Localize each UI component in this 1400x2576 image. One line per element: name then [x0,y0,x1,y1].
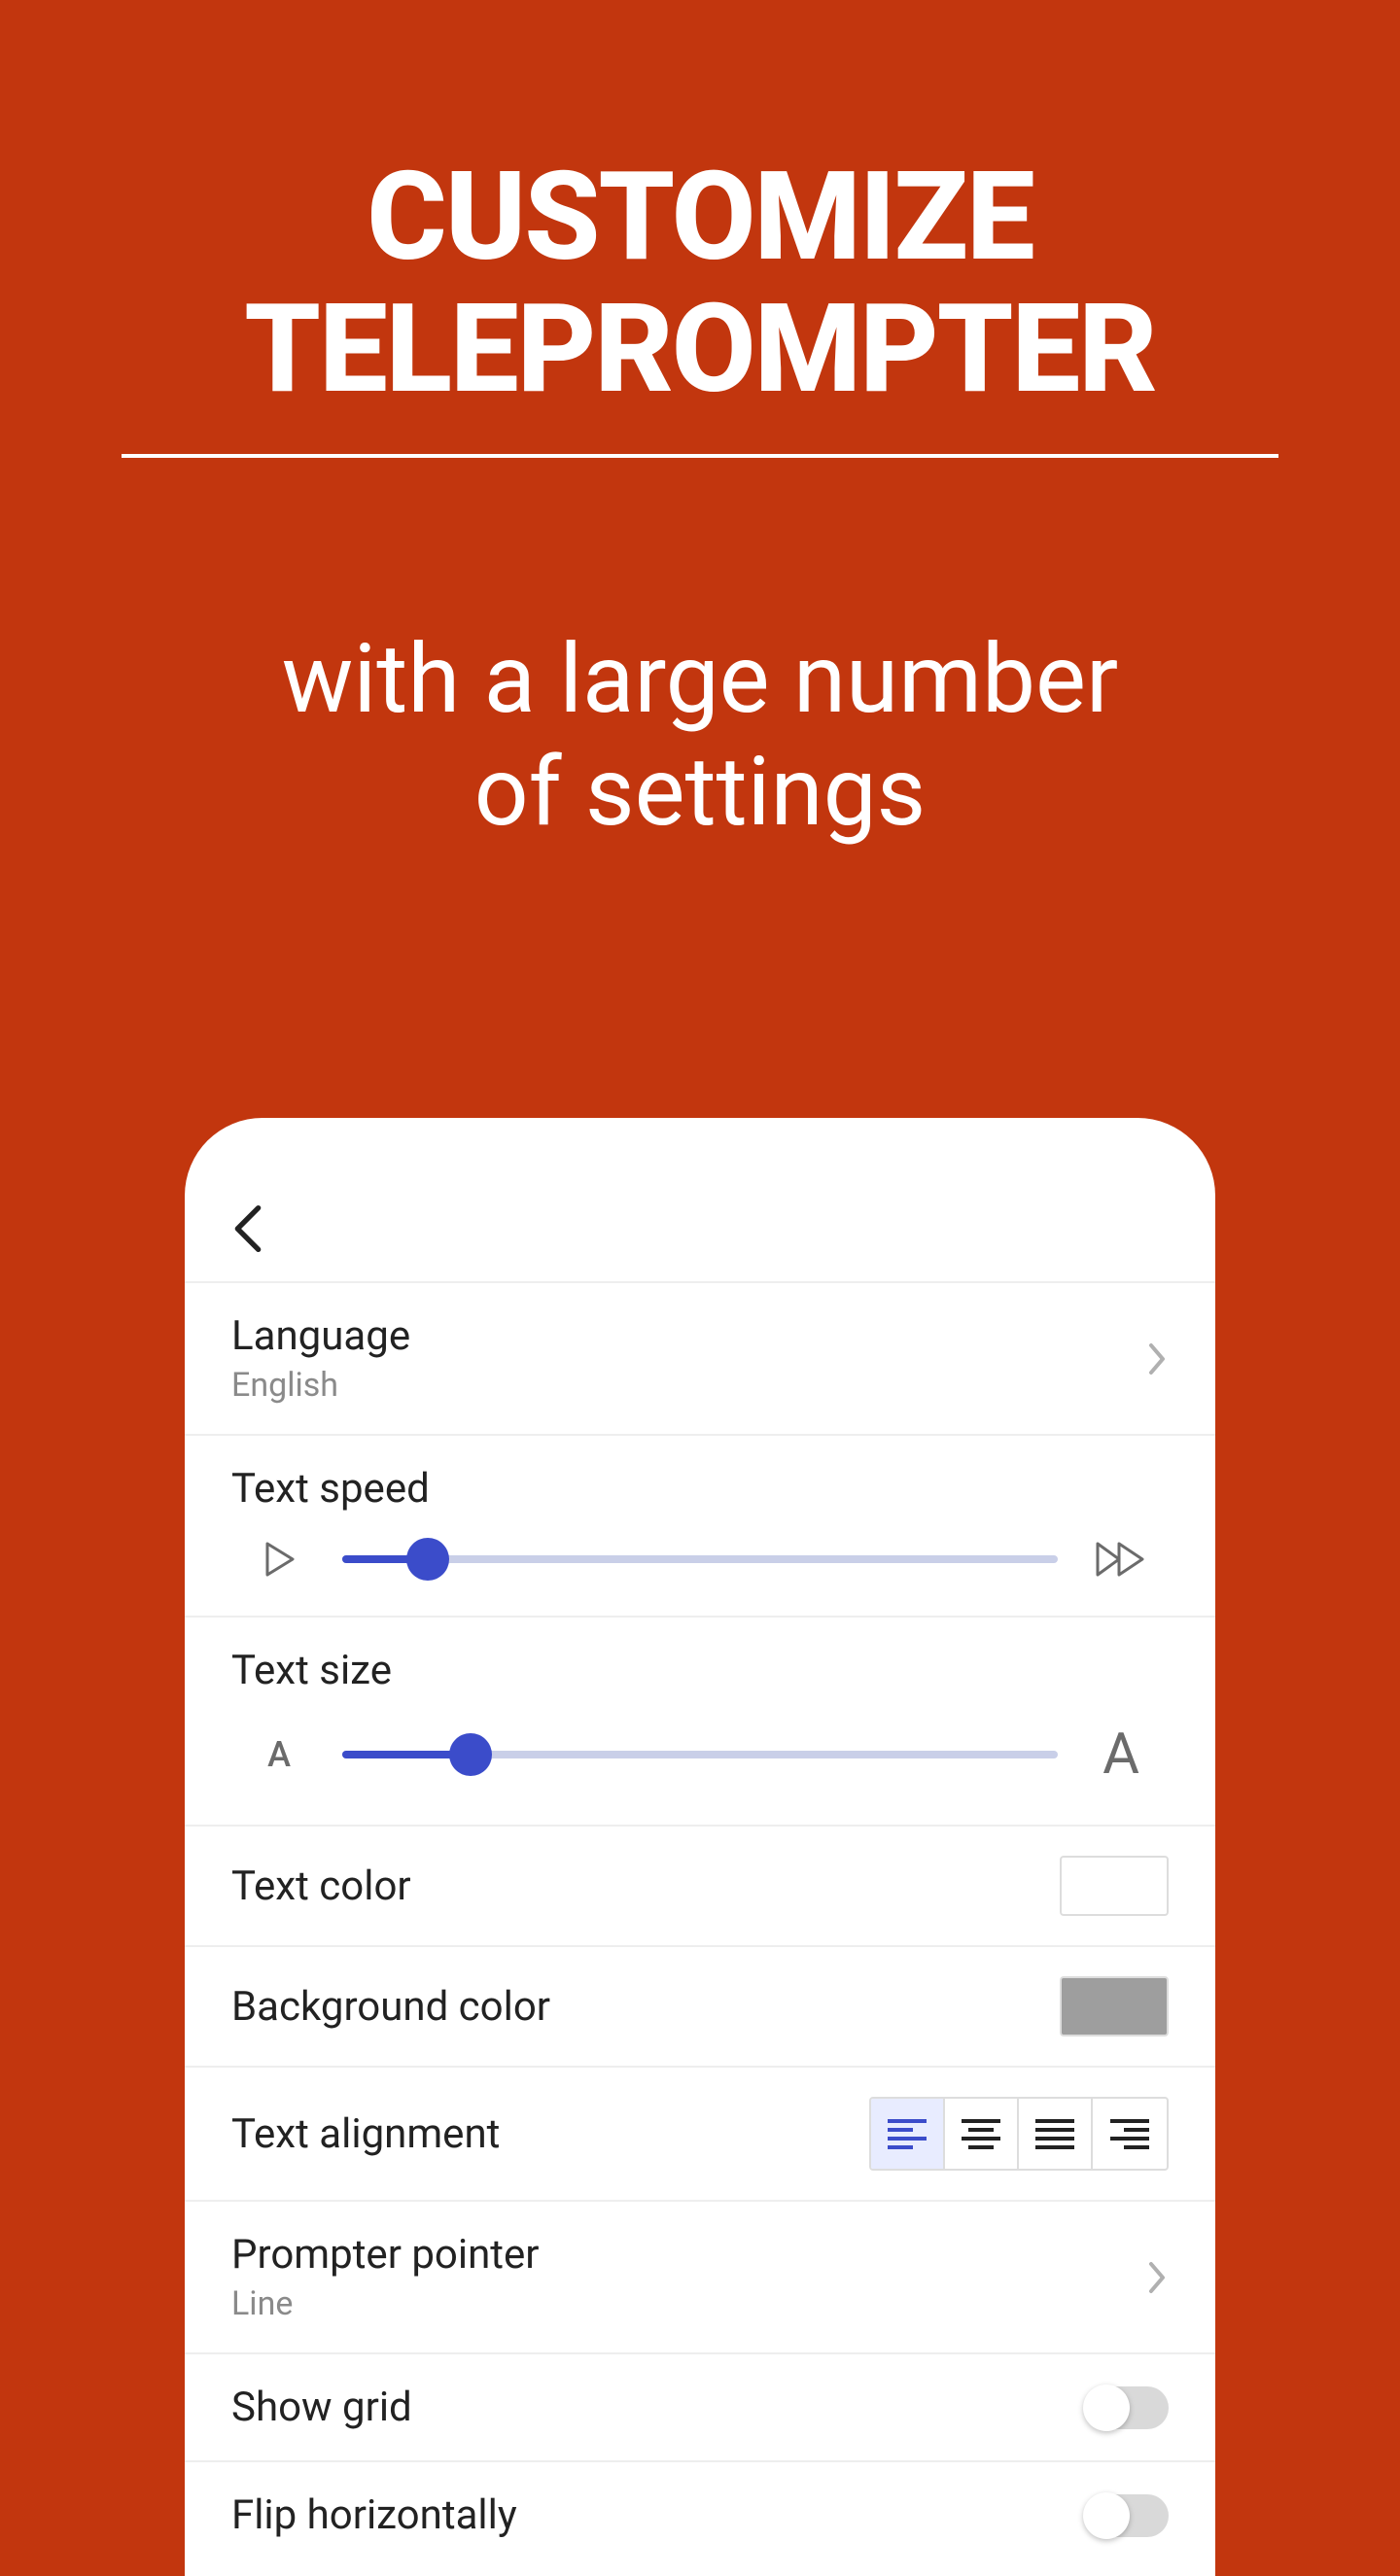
label-background-color: Background color [231,1983,550,2031]
toggle-flip-horizontally[interactable] [1085,2494,1169,2537]
settings-list: Language English Text speed [185,1281,1215,2568]
fast-forward-icon [1087,1540,1155,1579]
align-left-button[interactable] [871,2099,945,2169]
label-text-speed: Text speed [231,1465,1169,1513]
hero-divider [122,454,1278,458]
small-a-icon: A [245,1734,313,1775]
label-text-size: Text size [231,1647,1169,1694]
row-prompter-pointer[interactable]: Prompter pointer Line [185,2202,1215,2354]
value-language: English [231,1366,1145,1405]
align-left-icon [888,2117,927,2150]
swatch-text-color[interactable] [1060,1856,1169,1916]
slider-text-speed[interactable] [342,1540,1058,1579]
toggle-knob [1083,2385,1130,2431]
label-language: Language [231,1312,1145,1360]
alignment-options [869,2097,1169,2171]
chevron-right-icon [1145,2260,1169,2295]
align-center-icon [962,2117,1000,2150]
play-slow-icon [245,1540,313,1579]
promo-header: CUSTOMIZE TELEPROMPTER with a large numb… [0,0,1400,848]
align-right-icon [1110,2117,1149,2150]
toggle-show-grid[interactable] [1085,2386,1169,2429]
back-button[interactable] [231,1205,1169,1252]
hero-title-line2: TELEPROMPTER [0,283,1400,415]
align-center-button[interactable] [945,2099,1019,2169]
row-background-color[interactable]: Background color [185,1947,1215,2068]
big-a-icon: A [1087,1722,1155,1788]
row-text-size: Text size A A [185,1618,1215,1827]
swatch-background-color[interactable] [1060,1976,1169,2036]
row-text-speed: Text speed [185,1436,1215,1618]
value-prompter-pointer: Line [231,2284,1145,2323]
label-text-alignment: Text alignment [231,2110,500,2158]
label-show-grid: Show grid [231,2384,412,2431]
row-language[interactable]: Language English [185,1283,1215,1436]
label-prompter-pointer: Prompter pointer [231,2231,1145,2279]
slider-text-size[interactable] [342,1735,1058,1774]
hero-sub-line2: of settings [0,736,1400,849]
hero-title-line1: CUSTOMIZE [0,151,1400,283]
hero-sub-line1: with a large number [0,623,1400,736]
toggle-knob [1083,2492,1130,2539]
chevron-left-icon [231,1205,264,1252]
align-justify-button[interactable] [1019,2099,1093,2169]
row-text-color[interactable]: Text color [185,1827,1215,1947]
row-show-grid: Show grid [185,2354,1215,2462]
label-flip-horizontally: Flip horizontally [231,2491,517,2539]
align-right-button[interactable] [1093,2099,1167,2169]
topbar [185,1205,1215,1281]
chevron-right-icon [1145,1341,1169,1376]
row-flip-horizontally: Flip horizontally [185,2462,1215,2568]
settings-screen: Language English Text speed [185,1118,1215,2576]
align-justify-icon [1035,2117,1074,2150]
label-text-color: Text color [231,1862,411,1910]
row-text-alignment: Text alignment [185,2068,1215,2202]
